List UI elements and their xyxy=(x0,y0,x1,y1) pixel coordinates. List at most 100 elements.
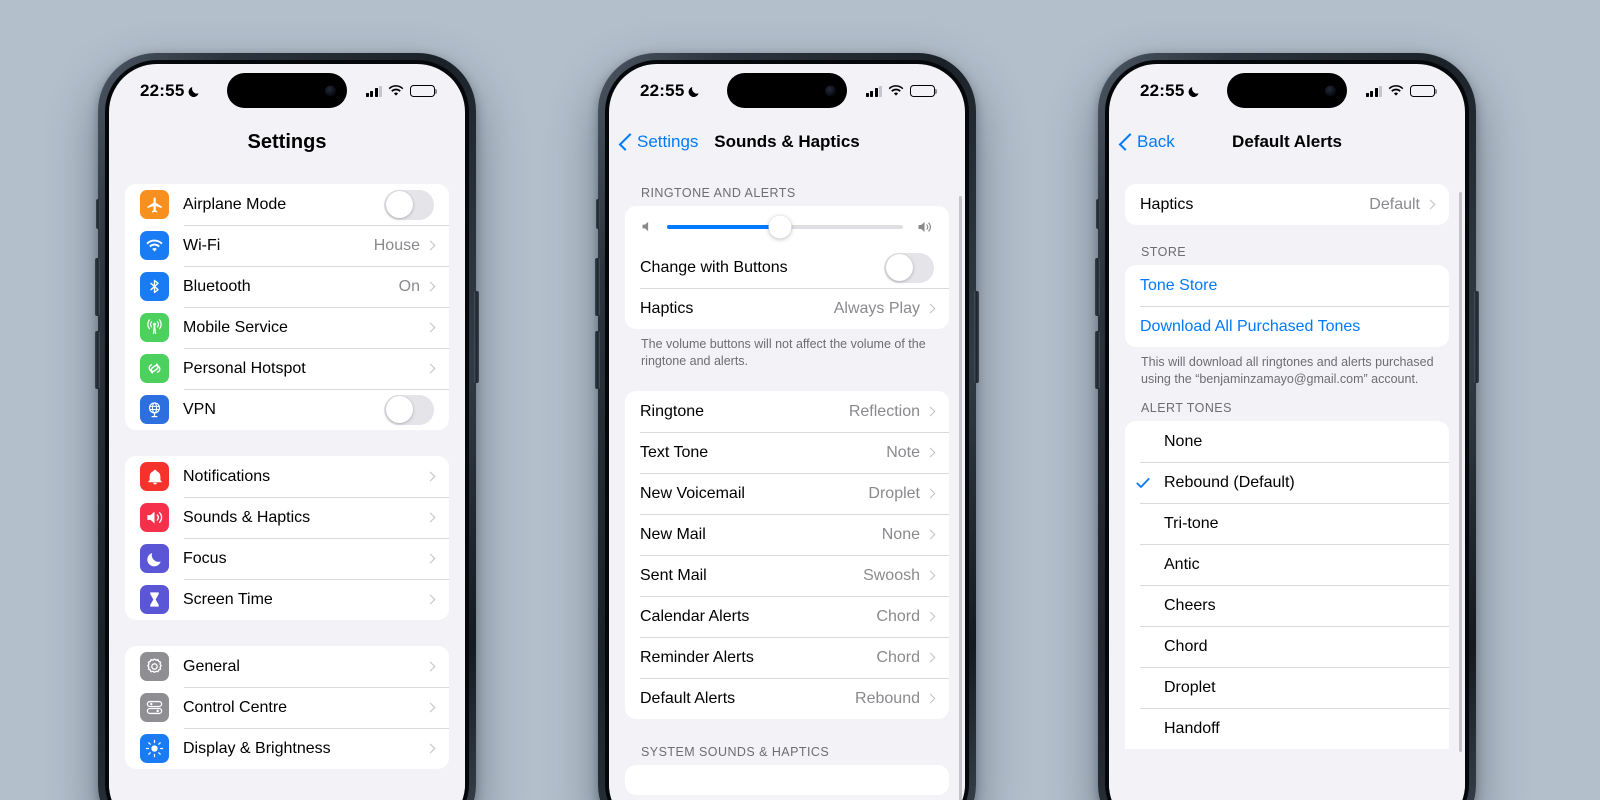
settings-group: Notifications Sounds & Haptics Focus Screen… xyxy=(125,456,449,620)
row-text-tone[interactable]: Text Tone Note xyxy=(625,432,949,473)
row-value: Chord xyxy=(876,607,920,625)
page-title: Settings xyxy=(247,130,327,153)
row-label: Handoff xyxy=(1164,719,1220,737)
phone2-screen: 22:55 Settings Sounds & Haptics RINGTONE… xyxy=(609,64,965,800)
row-haptics[interactable]: Haptics Always Play xyxy=(625,288,949,329)
screenshot-stage: 22:55 Settings Airplane Mode Wi-Fi House Bl… xyxy=(0,0,1600,800)
row-tone-store[interactable]: Tone Store xyxy=(1125,265,1449,306)
settings-row-notifications[interactable]: Notifications xyxy=(125,456,449,497)
phone-device-default-alerts: 22:55 Back Default Alerts Haptics Defaul… xyxy=(1095,53,1479,800)
alert-tone-row[interactable]: Chord xyxy=(1125,626,1449,667)
row-label: Change with Buttons xyxy=(640,258,788,276)
status-indicators xyxy=(365,84,438,98)
row-reminder-alerts[interactable]: Reminder Alerts Chord xyxy=(625,637,949,678)
alert-tone-row[interactable]: Tri-tone xyxy=(1125,503,1449,544)
alert-tone-row[interactable]: Cheers xyxy=(1125,585,1449,626)
row-download-all-purchased-tones[interactable]: Download All Purchased Tones xyxy=(1125,306,1449,347)
volume-up-button[interactable] xyxy=(595,258,600,316)
wifi-icon xyxy=(888,85,904,96)
settings-group: Airplane Mode Wi-Fi House Bluetooth On Mobile… xyxy=(125,184,449,430)
group-header-ringtone: RINGTONE AND ALERTS xyxy=(641,186,796,200)
volume-up-button[interactable] xyxy=(95,258,100,316)
alerts-scroll-area[interactable]: Haptics Default STORE Tone Store Download Al… xyxy=(1109,166,1465,800)
hotspot-link-icon xyxy=(140,354,169,383)
row-label: Calendar Alerts xyxy=(640,607,750,625)
row-label: Control Centre xyxy=(183,698,288,716)
volume-down-button[interactable] xyxy=(595,331,600,389)
settings-row-control-centre[interactable]: Control Centre xyxy=(125,687,449,728)
row-value: Note xyxy=(886,443,920,461)
back-button[interactable]: Back xyxy=(1118,132,1175,152)
settings-row-general[interactable]: General xyxy=(125,646,449,687)
settings-row-bluetooth[interactable]: Bluetooth On xyxy=(125,266,449,307)
row-new-voicemail[interactable]: New Voicemail Droplet xyxy=(625,473,949,514)
row-label: VPN xyxy=(183,400,216,418)
row-change-with-buttons[interactable]: Change with Buttons xyxy=(625,247,949,288)
status-bar: 22:55 xyxy=(109,64,465,118)
vpn-globe-icon xyxy=(140,395,169,424)
volume-down-button[interactable] xyxy=(95,331,100,389)
sounds-scroll-area[interactable]: RINGTONE AND ALERTS Change with Buttons Ha… xyxy=(609,166,965,800)
settings-row-vpn[interactable]: VPN xyxy=(125,389,449,430)
row-ringtone[interactable]: Ringtone Reflection xyxy=(625,391,949,432)
row-value: Droplet xyxy=(868,484,920,502)
sliders-icon xyxy=(140,693,169,722)
settings-row-wi-fi[interactable]: Wi-Fi House xyxy=(125,225,449,266)
row-calendar-alerts[interactable]: Calendar Alerts Chord xyxy=(625,596,949,637)
power-button[interactable] xyxy=(474,291,479,383)
dynamic-island xyxy=(1227,73,1347,108)
silent-switch[interactable] xyxy=(96,199,100,229)
toggle-switch[interactable] xyxy=(884,252,934,283)
settings-row-sounds-haptics[interactable]: Sounds & Haptics xyxy=(125,497,449,538)
scrollbar-indicator[interactable] xyxy=(1459,192,1462,752)
toggle-switch[interactable] xyxy=(384,394,434,425)
alert-tone-row[interactable]: Rebound (Default) xyxy=(1125,462,1449,503)
silent-switch[interactable] xyxy=(1096,199,1100,229)
settings-row-personal-hotspot[interactable]: Personal Hotspot xyxy=(125,348,449,389)
alert-tone-row[interactable]: None xyxy=(1125,421,1449,462)
toggle-switch[interactable] xyxy=(384,189,434,220)
scrollbar-indicator[interactable] xyxy=(959,196,962,800)
row-haptics[interactable]: Haptics Default xyxy=(1125,184,1449,225)
row-default-alerts[interactable]: Default Alerts Rebound xyxy=(625,678,949,719)
dynamic-island xyxy=(227,73,347,108)
back-button[interactable]: Settings xyxy=(618,132,699,152)
row-sent-mail[interactable]: Sent Mail Swoosh xyxy=(625,555,949,596)
alert-tone-row[interactable]: Handoff xyxy=(1125,708,1449,749)
settings-scroll-area[interactable]: Airplane Mode Wi-Fi House Bluetooth On Mobile… xyxy=(109,166,465,800)
row-value: Rebound xyxy=(855,689,920,707)
row-label: New Voicemail xyxy=(640,484,745,502)
back-button-label: Settings xyxy=(637,132,699,151)
alert-tone-row[interactable]: Droplet xyxy=(1125,667,1449,708)
power-button[interactable] xyxy=(1474,291,1479,383)
row-new-mail[interactable]: New Mail None xyxy=(625,514,949,555)
row-value: None xyxy=(881,525,920,543)
page-title: Default Alerts xyxy=(1232,132,1342,151)
settings-row-mobile-service[interactable]: Mobile Service xyxy=(125,307,449,348)
power-button[interactable] xyxy=(974,291,979,383)
silent-switch[interactable] xyxy=(596,199,600,229)
battery-icon xyxy=(910,84,938,98)
settings-row-display-brightness[interactable]: Display & Brightness xyxy=(125,728,449,769)
chevron-left-icon xyxy=(1118,133,1137,151)
alert-tone-row[interactable]: Antic xyxy=(1125,544,1449,585)
volume-up-button[interactable] xyxy=(1095,258,1100,316)
back-button-label: Back xyxy=(1137,132,1175,151)
row-label: Default Alerts xyxy=(640,689,736,707)
wifi-icon xyxy=(1388,85,1404,96)
tones-group: Ringtone Reflection Text Tone Note New Voice… xyxy=(625,391,949,720)
row-label: Sounds & Haptics xyxy=(183,508,311,526)
volume-slider-knob[interactable] xyxy=(768,215,792,238)
settings-row-airplane-mode[interactable]: Airplane Mode xyxy=(125,184,449,225)
volume-slider-row[interactable] xyxy=(625,206,949,247)
row-value: Swoosh xyxy=(863,566,920,584)
settings-row-focus[interactable]: Focus xyxy=(125,538,449,579)
volume-down-button[interactable] xyxy=(1095,331,1100,389)
haptics-group: Haptics Default xyxy=(1125,184,1449,225)
row-label: Reminder Alerts xyxy=(640,648,754,666)
store-group: Tone Store Download All Purchased Tones xyxy=(1125,265,1449,347)
volume-slider-track[interactable] xyxy=(667,215,903,238)
row-value: House xyxy=(373,236,420,254)
row-label: Airplane Mode xyxy=(183,195,287,213)
settings-row-screen-time[interactable]: Screen Time xyxy=(125,579,449,620)
